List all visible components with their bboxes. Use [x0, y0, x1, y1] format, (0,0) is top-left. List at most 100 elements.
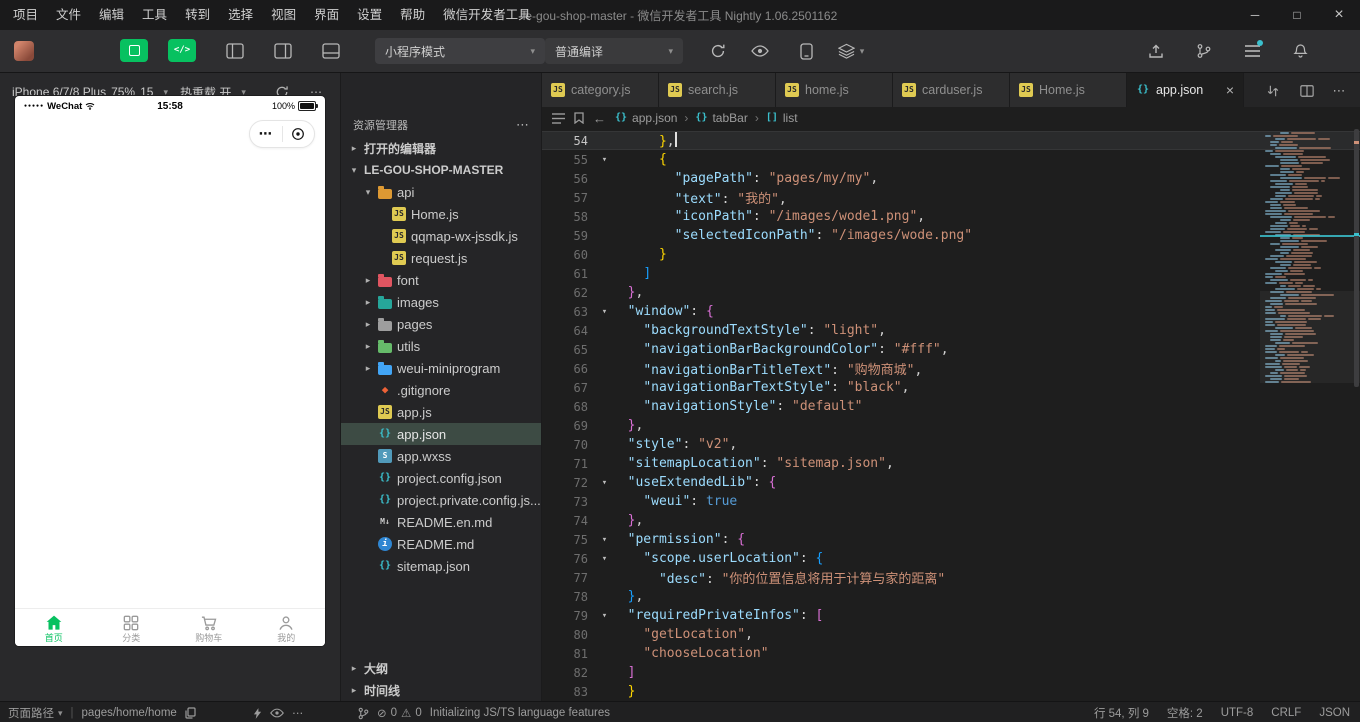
chevron-down-icon[interactable]: ▾	[363, 187, 373, 198]
code-line-56[interactable]: 56 "pagePath": "pages/my/my",	[542, 169, 1360, 188]
fold-icon[interactable]: ▾	[597, 611, 612, 621]
editor-tab-Home.js[interactable]: JS Home.js	[1010, 73, 1127, 107]
editor-tab-category.js[interactable]: JS category.js	[542, 73, 659, 107]
code-line-64[interactable]: 64 "backgroundTextStyle": "light",	[542, 321, 1360, 340]
menu-item[interactable]: 选择	[219, 0, 262, 30]
explorer-item-.gitignore[interactable]: ◆ .gitignore	[341, 379, 541, 401]
menu-item[interactable]: 转到	[176, 0, 219, 30]
compare-icon[interactable]	[1262, 81, 1284, 101]
explorer-item-app.wxss[interactable]: Sapp.wxss	[341, 445, 541, 467]
preview-button[interactable]	[120, 39, 148, 62]
phone-tab-购物车[interactable]: 购物车	[170, 609, 248, 646]
menu-item[interactable]: 设置	[348, 0, 391, 30]
explorer-item-api[interactable]: ▾ api	[341, 181, 541, 203]
performance-icon[interactable]	[253, 707, 262, 720]
code-line-75[interactable]: 75 ▾ "permission": {	[542, 530, 1360, 549]
toggle-simulator-button[interactable]	[222, 39, 248, 63]
git-branch-icon[interactable]	[358, 707, 369, 720]
code-line-70[interactable]: 70 "style": "v2",	[542, 435, 1360, 454]
chevron-right-icon[interactable]: ▸	[363, 275, 373, 286]
code-line-77[interactable]: 77 "desc": "你的位置信息将用于计算与家的距离"	[542, 568, 1360, 588]
code-line-63[interactable]: 63 ▾ "window": {	[542, 302, 1360, 321]
code-line-82[interactable]: 82 ]	[542, 663, 1360, 682]
code-line-60[interactable]: 60 }	[542, 245, 1360, 264]
split-editor-icon[interactable]	[1296, 81, 1318, 101]
explorer-item-font[interactable]: ▸ font	[341, 269, 541, 291]
remote-debug-button[interactable]	[793, 39, 819, 63]
fold-icon[interactable]: ▾	[597, 554, 612, 564]
code-line-78[interactable]: 78 },	[542, 587, 1360, 606]
visibility-icon[interactable]	[270, 708, 284, 718]
close-tab-icon[interactable]: ×	[1226, 82, 1234, 98]
code-line-66[interactable]: 66 "navigationBarTitleText": "购物商城",	[542, 359, 1360, 379]
code-line-57[interactable]: 57 "text": "我的",	[542, 188, 1360, 208]
compile-button[interactable]	[705, 39, 731, 63]
menu-item[interactable]: 帮助	[391, 0, 434, 30]
code-line-72[interactable]: 72 ▾ "useExtendedLib": {	[542, 473, 1360, 492]
explorer-item-project.config.json[interactable]: {} project.config.json	[341, 467, 541, 489]
cursor-position[interactable]: 行 54, 列 9	[1094, 705, 1149, 721]
breadcrumb-item[interactable]: {} tabBar	[695, 111, 747, 125]
project-root-section[interactable]: ▾ LE-GOU-SHOP-MASTER	[341, 159, 541, 181]
chevron-right-icon[interactable]: ▸	[363, 363, 373, 374]
code-line-61[interactable]: 61 ]	[542, 264, 1360, 283]
explorer-item-images[interactable]: ▸ images	[341, 291, 541, 313]
tabs-more-icon[interactable]: ⋯	[1328, 81, 1350, 101]
preview-eye-button[interactable]	[747, 39, 773, 63]
clear-cache-button[interactable]: ▾	[833, 39, 869, 63]
breadcrumb-item[interactable]: {} app.json	[615, 111, 677, 125]
notifications-button[interactable]	[1287, 39, 1313, 63]
back-arrow-icon[interactable]: ←	[593, 111, 606, 126]
explorer-more-button[interactable]: ⋯	[516, 117, 529, 133]
scrollbar[interactable]	[1352, 129, 1360, 701]
explorer-item-app.js[interactable]: JS app.js	[341, 401, 541, 423]
code-line-55[interactable]: 55 ▾ {	[542, 150, 1360, 169]
code-line-83[interactable]: 83 }	[542, 682, 1360, 701]
menu-item[interactable]: 编辑	[90, 0, 133, 30]
version-control-button[interactable]	[1191, 39, 1217, 63]
explorer-item-README.en.md[interactable]: M↓ README.en.md	[341, 511, 541, 533]
language-mode[interactable]: JSON	[1319, 707, 1350, 719]
outline-list-icon[interactable]	[552, 112, 565, 124]
code-line-80[interactable]: 80 "getLocation",	[542, 625, 1360, 644]
menu-item[interactable]: 界面	[305, 0, 348, 30]
encoding-setting[interactable]: UTF-8	[1221, 707, 1254, 719]
fold-icon[interactable]: ▾	[597, 535, 612, 545]
phone-simulator-screen[interactable]: ●●●●● WeChat 15:58 100% ⋯ 首页 分类 购物车 我的	[15, 96, 325, 646]
menu-item[interactable]: 视图	[262, 0, 305, 30]
explorer-item-Home.js[interactable]: JS Home.js	[341, 203, 541, 225]
editor-tab-search.js[interactable]: JS search.js	[659, 73, 776, 107]
phone-tab-我的[interactable]: 我的	[248, 609, 326, 646]
fold-icon[interactable]: ▾	[597, 478, 612, 488]
toggle-debugger-button[interactable]	[318, 39, 344, 63]
maximize-button[interactable]: □	[1276, 0, 1318, 30]
mode-select[interactable]: 小程序模式 ▾	[375, 38, 545, 64]
scrollbar-thumb[interactable]	[1354, 129, 1359, 387]
explorer-item-sitemap.json[interactable]: {} sitemap.json	[341, 555, 541, 577]
compile-mode-select[interactable]: 普通编译 ▾	[545, 38, 683, 64]
minimap[interactable]	[1260, 131, 1360, 701]
explorer-item-README.md[interactable]: i README.md	[341, 533, 541, 555]
explorer-item-request.js[interactable]: JS request.js	[341, 247, 541, 269]
page-path-label[interactable]: 页面路径	[8, 705, 54, 721]
code-line-71[interactable]: 71 "sitemapLocation": "sitemap.json",	[542, 454, 1360, 473]
phone-tab-分类[interactable]: 分类	[93, 609, 171, 646]
menu-item[interactable]: 文件	[47, 0, 90, 30]
code-line-54[interactable]: 54 },	[542, 131, 1360, 150]
editor-tab-app.json[interactable]: {} app.json ×	[1127, 73, 1244, 107]
more-icon[interactable]: ⋯	[292, 706, 304, 720]
explorer-item-qqmap-wx-jssdk.js[interactable]: JS qqmap-wx-jssdk.js	[341, 225, 541, 247]
minimize-button[interactable]: ─	[1234, 0, 1276, 30]
editor-tab-home.js[interactable]: JS home.js	[776, 73, 893, 107]
fold-icon[interactable]: ▾	[597, 307, 612, 317]
code-line-62[interactable]: 62 },	[542, 283, 1360, 302]
user-avatar[interactable]	[14, 41, 34, 61]
timeline-section[interactable]: ▸ 时间线	[341, 679, 541, 701]
menu-item[interactable]: 工具	[133, 0, 176, 30]
code-line-59[interactable]: 59 "selectedIconPath": "/images/wode.png…	[542, 226, 1360, 245]
code-line-76[interactable]: 76 ▾ "scope.userLocation": {	[542, 549, 1360, 568]
explorer-item-utils[interactable]: ▸ utils	[341, 335, 541, 357]
minimap-viewport[interactable]	[1260, 291, 1360, 383]
chevron-right-icon[interactable]: ▸	[363, 319, 373, 330]
editor-tab-carduser.js[interactable]: JS carduser.js	[893, 73, 1010, 107]
